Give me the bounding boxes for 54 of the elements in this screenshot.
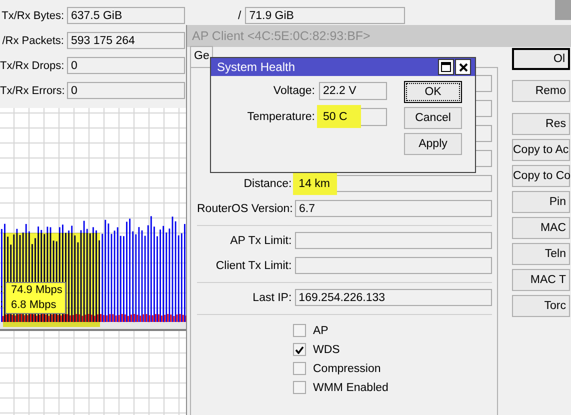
field-label: Temperature: (246, 111, 315, 123)
input-field[interactable]: 50 C (319, 108, 387, 126)
checkbox[interactable] (293, 362, 306, 375)
input-field[interactable] (294, 232, 492, 249)
input-field[interactable]: 14 km (294, 175, 492, 192)
input-field[interactable]: 169.254.226.133 (294, 289, 492, 306)
checkbox-label: WMM Enabled (313, 382, 388, 394)
button[interactable]: Cancel (404, 107, 462, 129)
tooltip-label: : (0, 298, 4, 311)
button[interactable]: OK (404, 81, 462, 103)
button[interactable]: Remo (512, 80, 570, 102)
input-field[interactable]: 593 175 264 (67, 32, 185, 49)
checkbox-label: AP (313, 324, 328, 336)
input-field[interactable]: 0 (67, 82, 185, 99)
window-title: AP Client <4C:5E:0C:82:93:BF> (187, 25, 571, 47)
tooltip-value: 74.9 Mbps (11, 284, 64, 297)
field-label: Tx/Rx Errors: (0, 84, 64, 96)
button[interactable]: Apply (404, 133, 462, 155)
input-field[interactable]: 22.2 V (319, 82, 387, 100)
input-field[interactable]: 0 (67, 57, 185, 74)
field-label: Tx/Rx Bytes: (0, 10, 64, 22)
button[interactable]: Teln (512, 243, 570, 265)
close-icon[interactable] (455, 59, 471, 75)
field-label: AP Tx Limit: (229, 234, 292, 246)
maximize-icon[interactable] (438, 59, 454, 75)
button[interactable]: MAC T (512, 269, 570, 291)
checkbox[interactable] (293, 381, 306, 394)
checkbox[interactable] (293, 343, 306, 356)
field-label: Distance: (242, 178, 292, 190)
checkbox-label: WDS (313, 344, 340, 356)
field-label: Tx/Rx Drops: (0, 60, 64, 72)
tooltip-value: 6.8 Mbps (11, 299, 58, 312)
button[interactable]: Pin (512, 191, 570, 213)
checkbox[interactable] (293, 324, 306, 337)
input-field[interactable]: 637.5 GiB (67, 7, 185, 24)
field-label: Last IP: (252, 292, 292, 304)
button[interactable]: Res (512, 113, 570, 135)
input-field[interactable] (294, 257, 492, 274)
button[interactable]: Ol (512, 48, 570, 70)
input-field[interactable]: 6.7 (295, 200, 492, 217)
input-field[interactable]: 71.9 GiB (245, 7, 406, 24)
field-label: Voltage: (272, 85, 315, 97)
button[interactable]: Torc (512, 295, 570, 317)
button[interactable]: Copy to Co (512, 165, 570, 187)
button[interactable]: Copy to Ac (512, 139, 570, 161)
button[interactable]: MAC (512, 217, 570, 239)
field-label: RouterOS Version: (197, 202, 292, 214)
tooltip-label: : (0, 283, 4, 296)
separator-text: / (238, 10, 242, 22)
window-title: System Health (217, 60, 296, 74)
field-label: /Rx Packets: (1, 34, 64, 46)
tab[interactable]: Ge (190, 46, 214, 67)
checkbox-label: Compression (313, 362, 381, 374)
field-label: Client Tx Limit: (214, 260, 292, 272)
